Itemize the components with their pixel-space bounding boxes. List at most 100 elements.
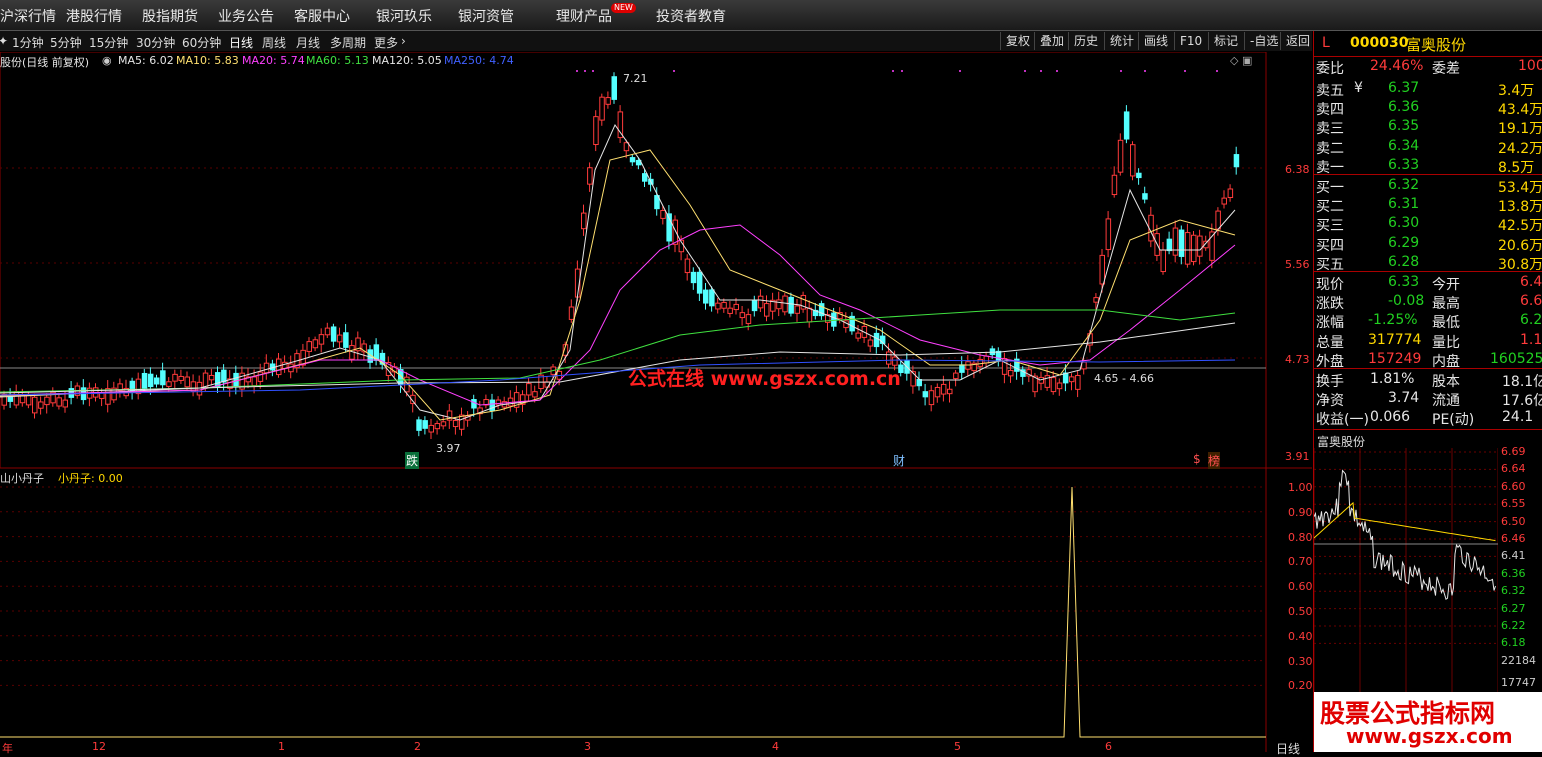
candle-body: [495, 399, 502, 406]
dollar-marker[interactable]: $: [1193, 452, 1201, 466]
signal-dot: [959, 70, 961, 72]
sub-axis-label: 0.40: [1288, 629, 1313, 643]
candle-body: [1221, 197, 1227, 205]
top-menu-item[interactable]: 银河玖乐: [376, 6, 432, 26]
mini-intraday-chart[interactable]: [1314, 448, 1498, 696]
ma-value-label: MA250: 4.74: [444, 54, 514, 67]
candle-body: [62, 399, 68, 408]
low-price-label: 3.97: [436, 442, 461, 455]
toolbar-button[interactable]: 叠加: [1034, 32, 1069, 50]
candle-body: [788, 296, 794, 314]
stat-label: 涨幅: [1316, 315, 1344, 332]
mini-axis-label: 6.46: [1501, 532, 1526, 545]
candle-body: [7, 395, 14, 402]
toolbar-button[interactable]: 统计: [1104, 32, 1139, 50]
period-tab[interactable]: 1分钟: [12, 34, 44, 51]
webi-row: 委比 24.46% 委差 100: [1316, 58, 1542, 77]
candle-body: [1215, 210, 1221, 230]
stat-row: 净资 3.74 流通 17.6亿: [1316, 390, 1542, 409]
candle-body: [599, 96, 605, 121]
rank-marker[interactable]: 榜: [1208, 452, 1221, 469]
candle-body: [32, 396, 38, 414]
toolbar-button[interactable]: -自选: [1244, 32, 1283, 50]
top-menu-item[interactable]: 银河资管: [458, 6, 514, 26]
sell-label: 卖三: [1316, 121, 1344, 138]
finance-marker[interactable]: 财: [893, 452, 905, 469]
top-menu-item[interactable]: 业务公告: [218, 6, 274, 26]
buy-label: 买四: [1316, 237, 1344, 254]
candle-body: [611, 76, 617, 100]
period-tab[interactable]: 15分钟: [89, 34, 128, 51]
price-axis-label: 3.91: [1285, 450, 1310, 463]
buy-price: 6.32: [1388, 177, 1420, 193]
buy-row: 买二 6.31 13.8万: [1316, 196, 1542, 215]
candle-body: [154, 377, 160, 385]
diamond-icon[interactable]: ◇ ▣: [1230, 54, 1252, 67]
candle-body: [1130, 144, 1136, 177]
candle-body: [434, 423, 441, 430]
candle-body: [337, 334, 343, 343]
buy-price: 6.29: [1388, 234, 1420, 251]
ma-toggle-icon[interactable]: ◉: [102, 54, 112, 67]
toolbar-button[interactable]: 画线: [1138, 32, 1173, 50]
ma-value-label: MA5: 6.02: [118, 54, 174, 67]
chevron-right-icon[interactable]: ›: [401, 34, 406, 48]
drop-marker[interactable]: 跌: [405, 452, 420, 469]
watermark-text: 公式在线 www.gszx.com.cn: [628, 368, 901, 390]
candle-body: [263, 362, 270, 374]
candle-body: [343, 332, 349, 348]
candle-body: [721, 301, 727, 309]
candle-body: [690, 271, 697, 284]
candle-body: [831, 312, 837, 327]
candle-body: [184, 376, 190, 388]
mini-axis-label: 6.22: [1501, 619, 1526, 632]
signal-dot: [584, 70, 586, 72]
toolbar-button[interactable]: 历史: [1068, 32, 1103, 50]
candle-body: [251, 376, 258, 387]
stat-value: 6.33: [1388, 274, 1420, 290]
period-tab[interactable]: 60分钟: [182, 34, 221, 51]
signal-dot: [1184, 70, 1186, 72]
top-menu-item[interactable]: 客服中心: [294, 6, 350, 26]
high-price-label: 7.21: [623, 72, 648, 85]
period-tab[interactable]: 多周期: [330, 34, 366, 51]
buy-label: 买一: [1316, 180, 1344, 196]
stat-value: 17.6亿: [1502, 393, 1542, 410]
toolbar-button[interactable]: 复权: [1000, 32, 1035, 50]
stat-label: 收益(一): [1316, 412, 1369, 429]
signal-dot: [892, 70, 894, 72]
candle-body: [703, 289, 709, 304]
sell-price: 6.34: [1388, 137, 1420, 154]
period-tab[interactable]: 5分钟: [50, 34, 82, 51]
stat-value: 0.066: [1370, 409, 1411, 426]
sub-indicator-value: 小丹子: 0.00: [58, 472, 123, 485]
mini-axis-label: 6.64: [1501, 462, 1526, 476]
period-tab[interactable]: 日线: [229, 34, 253, 51]
buy-volume: 13.8万: [1498, 199, 1542, 216]
stat-row: 涨跌 -0.08 最高 6.6: [1316, 293, 1542, 312]
toolbar-button[interactable]: F10: [1174, 32, 1207, 50]
top-menu-item[interactable]: 沪深行情: [0, 6, 56, 26]
candle-body: [959, 364, 965, 373]
candle-body: [806, 307, 813, 323]
time-axis-label: 5: [954, 740, 961, 753]
top-menu-item[interactable]: 投资者教育: [656, 6, 726, 26]
candle-body: [440, 421, 447, 427]
candle-body: [709, 289, 715, 307]
top-menu-item[interactable]: 港股行情: [66, 6, 122, 26]
period-tab[interactable]: 30分钟: [136, 34, 175, 51]
toolbar-button[interactable]: 标记: [1208, 32, 1243, 50]
candle-body: [776, 299, 782, 310]
signal-dot: [1056, 70, 1058, 72]
kline-chart[interactable]: [0, 52, 1312, 752]
toolbar-button[interactable]: 返回: [1280, 32, 1315, 50]
candle-body: [1191, 234, 1197, 263]
top-menu-item[interactable]: 股指期货: [142, 6, 198, 26]
period-tab[interactable]: 月线: [296, 34, 320, 51]
period-tab[interactable]: 更多: [374, 34, 398, 51]
period-tab[interactable]: 周线: [262, 34, 286, 51]
stat-value: 18.1亿: [1502, 374, 1542, 390]
sub-axis-label: 1.00: [1288, 481, 1313, 494]
stat-value: 1.1: [1520, 331, 1542, 348]
top-menu-item[interactable]: 理财产品: [556, 6, 612, 26]
